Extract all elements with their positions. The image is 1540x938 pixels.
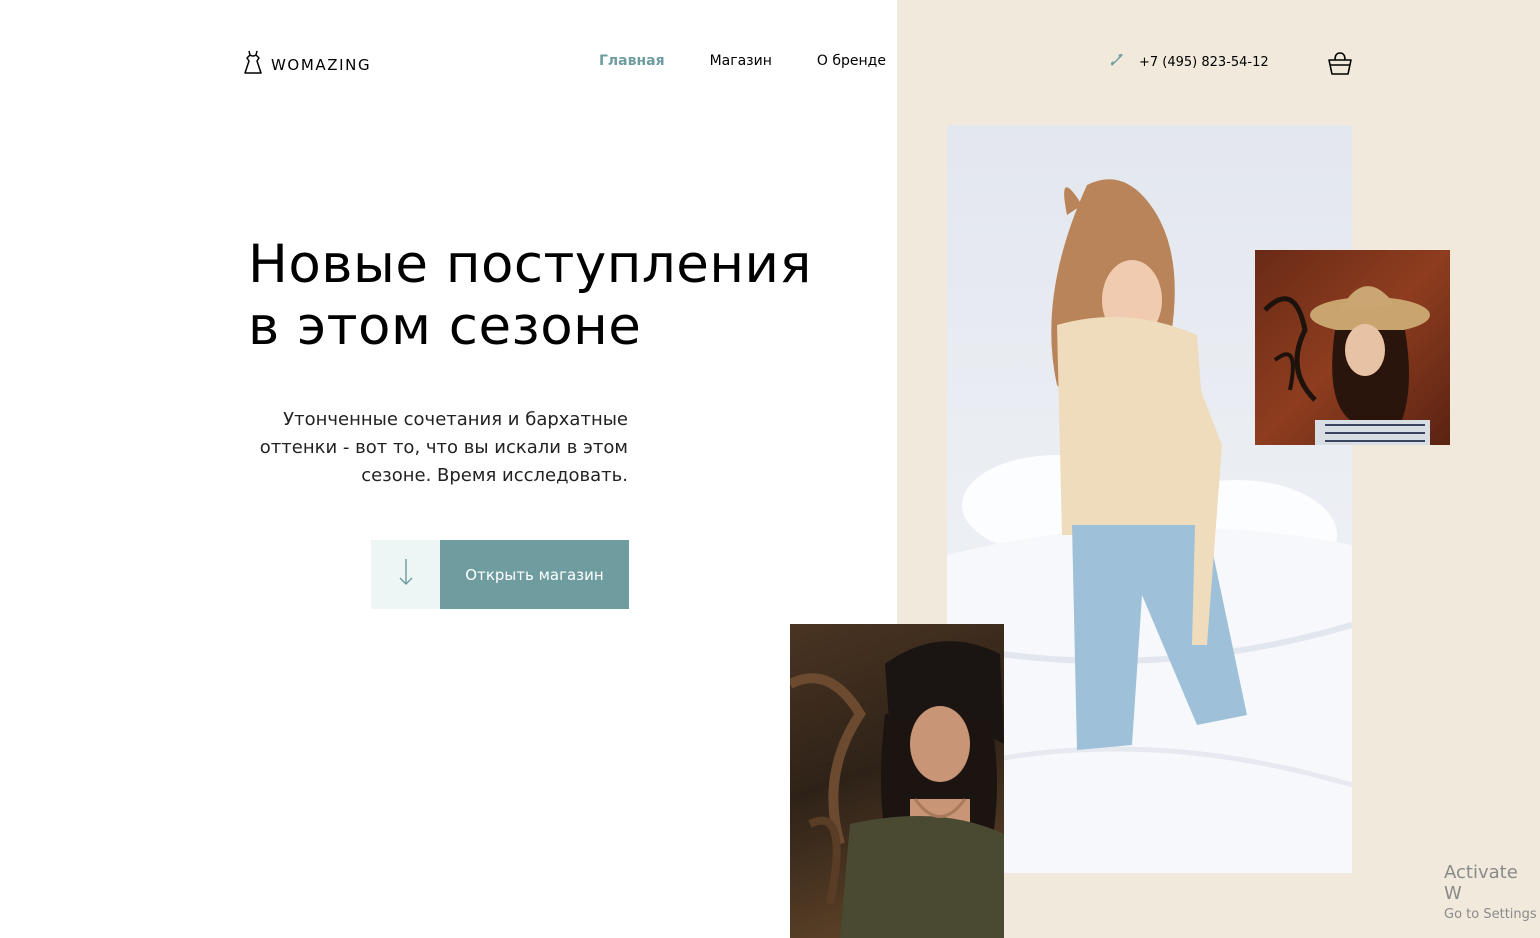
- phone-icon: [1109, 52, 1125, 72]
- os-activation-watermark: Activate W Go to Settings: [1444, 862, 1540, 922]
- hero-subtitle-line-3: сезоне. Время исследовать.: [361, 465, 628, 486]
- watermark-line-1: Activate W: [1444, 862, 1518, 904]
- dress-icon: [243, 49, 263, 80]
- collage-photo-prayer: [790, 624, 1004, 938]
- cart-button[interactable]: [1326, 49, 1354, 82]
- watermark-line-2: Go to Settings: [1444, 907, 1537, 922]
- hero-title-line-2: в этом сезоне: [248, 296, 642, 357]
- hero-title-line-1: Новые поступления: [248, 234, 812, 295]
- hero-title: Новые поступления в этом сезоне: [248, 234, 868, 358]
- hero-subtitle-line-2: оттенки - вот то, что вы искали в этом: [259, 437, 628, 458]
- shopping-basket-icon: [1326, 52, 1354, 81]
- main-nav: Главная Магазин О бренде: [599, 53, 886, 69]
- collage-photo-hat: [1255, 250, 1450, 445]
- phone-contact[interactable]: +7 (495) 823-54-12: [1109, 52, 1269, 72]
- logo[interactable]: WOMAZING: [243, 49, 371, 80]
- hero-subtitle: Утонченные сочетания и бархатные оттенки…: [240, 406, 628, 490]
- open-shop-button[interactable]: Открыть магазин: [440, 540, 629, 609]
- hero-subtitle-line-1: Утонченные сочетания и бархатные: [283, 409, 628, 430]
- nav-item-about[interactable]: О бренде: [817, 53, 886, 69]
- scroll-down-button[interactable]: [371, 540, 440, 609]
- logo-text: WOMAZING: [271, 55, 372, 74]
- nav-item-shop[interactable]: Магазин: [710, 53, 772, 69]
- nav-item-home[interactable]: Главная: [599, 53, 665, 69]
- hero-main-photo: [947, 125, 1352, 873]
- phone-number: +7 (495) 823-54-12: [1139, 54, 1269, 70]
- arrow-down-icon: [398, 557, 414, 592]
- cta-group: Открыть магазин: [371, 540, 629, 609]
